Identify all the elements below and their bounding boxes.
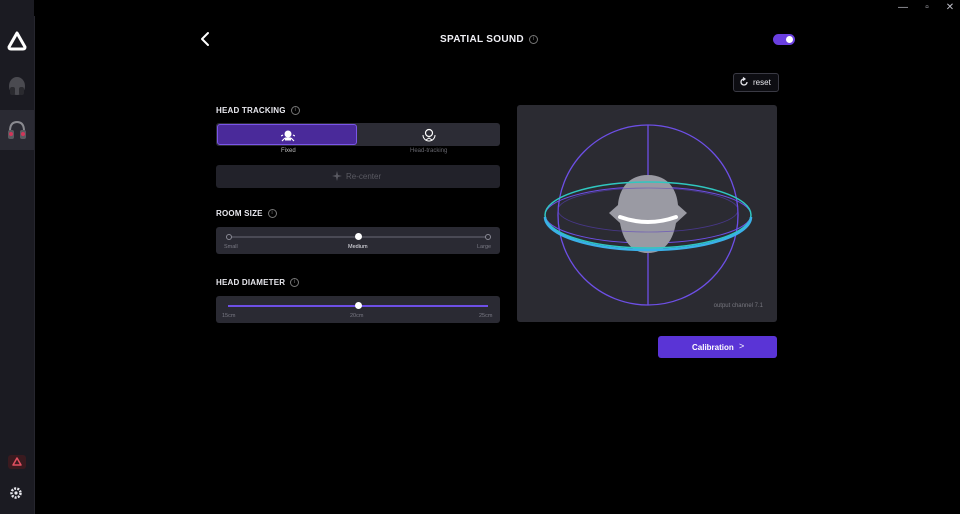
head-diameter-tick-20: 20cm	[350, 313, 364, 319]
chevron-right-icon: >	[739, 341, 745, 351]
page-title-text: SPATIAL SOUND	[440, 34, 524, 45]
info-icon[interactable]: i	[528, 34, 538, 44]
head-tracking-segmented	[216, 123, 500, 146]
sphere-diagram	[543, 124, 753, 306]
info-icon[interactable]: i	[290, 278, 300, 288]
room-size-tick-medium: Medium	[348, 244, 368, 250]
head-diameter-label-text: HEAD DIAMETER	[216, 278, 286, 287]
device-item-headset-1[interactable]	[0, 66, 34, 106]
app-logo-icon[interactable]	[6, 30, 28, 52]
room-size-slider[interactable]: Small Medium Large	[216, 227, 500, 254]
room-size-tick-small: Small	[224, 244, 238, 250]
head-diameter-slider[interactable]: 15cm 20cm 25cm	[216, 296, 500, 323]
head-diameter-thumb[interactable]	[354, 302, 362, 309]
head-tracking-icon	[422, 128, 436, 142]
head-diameter-tick-15: 15cm	[222, 313, 236, 319]
headset-device-icon	[8, 120, 26, 139]
option-fixed-label: Fixed	[281, 148, 296, 154]
calibration-label: Calibration	[692, 343, 734, 352]
headset-device-icon	[9, 77, 25, 95]
head-tracking-label: HEAD TRACKING i	[216, 106, 300, 116]
info-icon[interactable]: i	[267, 209, 277, 219]
option-fixed[interactable]	[217, 124, 357, 145]
minimize-button[interactable]: —	[893, 2, 913, 14]
head-model	[609, 175, 687, 253]
room-size-thumb[interactable]	[355, 233, 362, 240]
recenter-button[interactable]: Re-center	[216, 165, 500, 188]
room-size-tick-large: Large	[477, 244, 492, 250]
brand-mark-icon	[12, 457, 22, 466]
option-head-tracking[interactable]	[358, 123, 500, 146]
head-diameter-tick-25: 25cm	[479, 313, 493, 319]
spatial-sound-toggle[interactable]	[773, 34, 795, 45]
info-icon[interactable]: i	[290, 106, 300, 116]
device-item-headset-2[interactable]	[0, 110, 34, 150]
settings-gear-icon[interactable]	[9, 486, 23, 500]
output-channel-caption: output channel 7.1	[713, 303, 763, 309]
toggle-knob	[786, 36, 793, 43]
reset-button[interactable]: reset	[733, 73, 779, 92]
sparkle-icon	[332, 171, 342, 181]
calibration-button[interactable]: Calibration >	[658, 336, 777, 358]
recenter-label: Re-center	[346, 172, 382, 181]
room-size-stop-small[interactable]	[226, 234, 232, 240]
option-head-tracking-label: Head-tracking	[410, 148, 448, 154]
page-title: SPATIAL SOUND i	[440, 34, 538, 45]
sidebar	[0, 0, 35, 514]
head-diameter-label: HEAD DIAMETER i	[216, 278, 300, 288]
maximize-button[interactable]: ▫	[917, 2, 937, 14]
close-button[interactable]: ✕	[940, 2, 960, 14]
spatial-visualization: output channel 7.1	[517, 105, 777, 322]
brand-logo-icon[interactable]	[8, 455, 26, 469]
reset-label: reset	[753, 78, 771, 87]
head-tracking-label-text: HEAD TRACKING	[216, 106, 286, 115]
back-arrow-icon[interactable]	[198, 31, 212, 47]
window-titlebar: — ▫ ✕	[34, 0, 960, 16]
reset-icon	[740, 77, 748, 86]
fixed-head-icon	[281, 130, 295, 142]
room-size-label: ROOM SIZE i	[216, 209, 277, 219]
room-size-stop-large[interactable]	[485, 234, 491, 240]
room-size-label-text: ROOM SIZE	[216, 209, 263, 218]
